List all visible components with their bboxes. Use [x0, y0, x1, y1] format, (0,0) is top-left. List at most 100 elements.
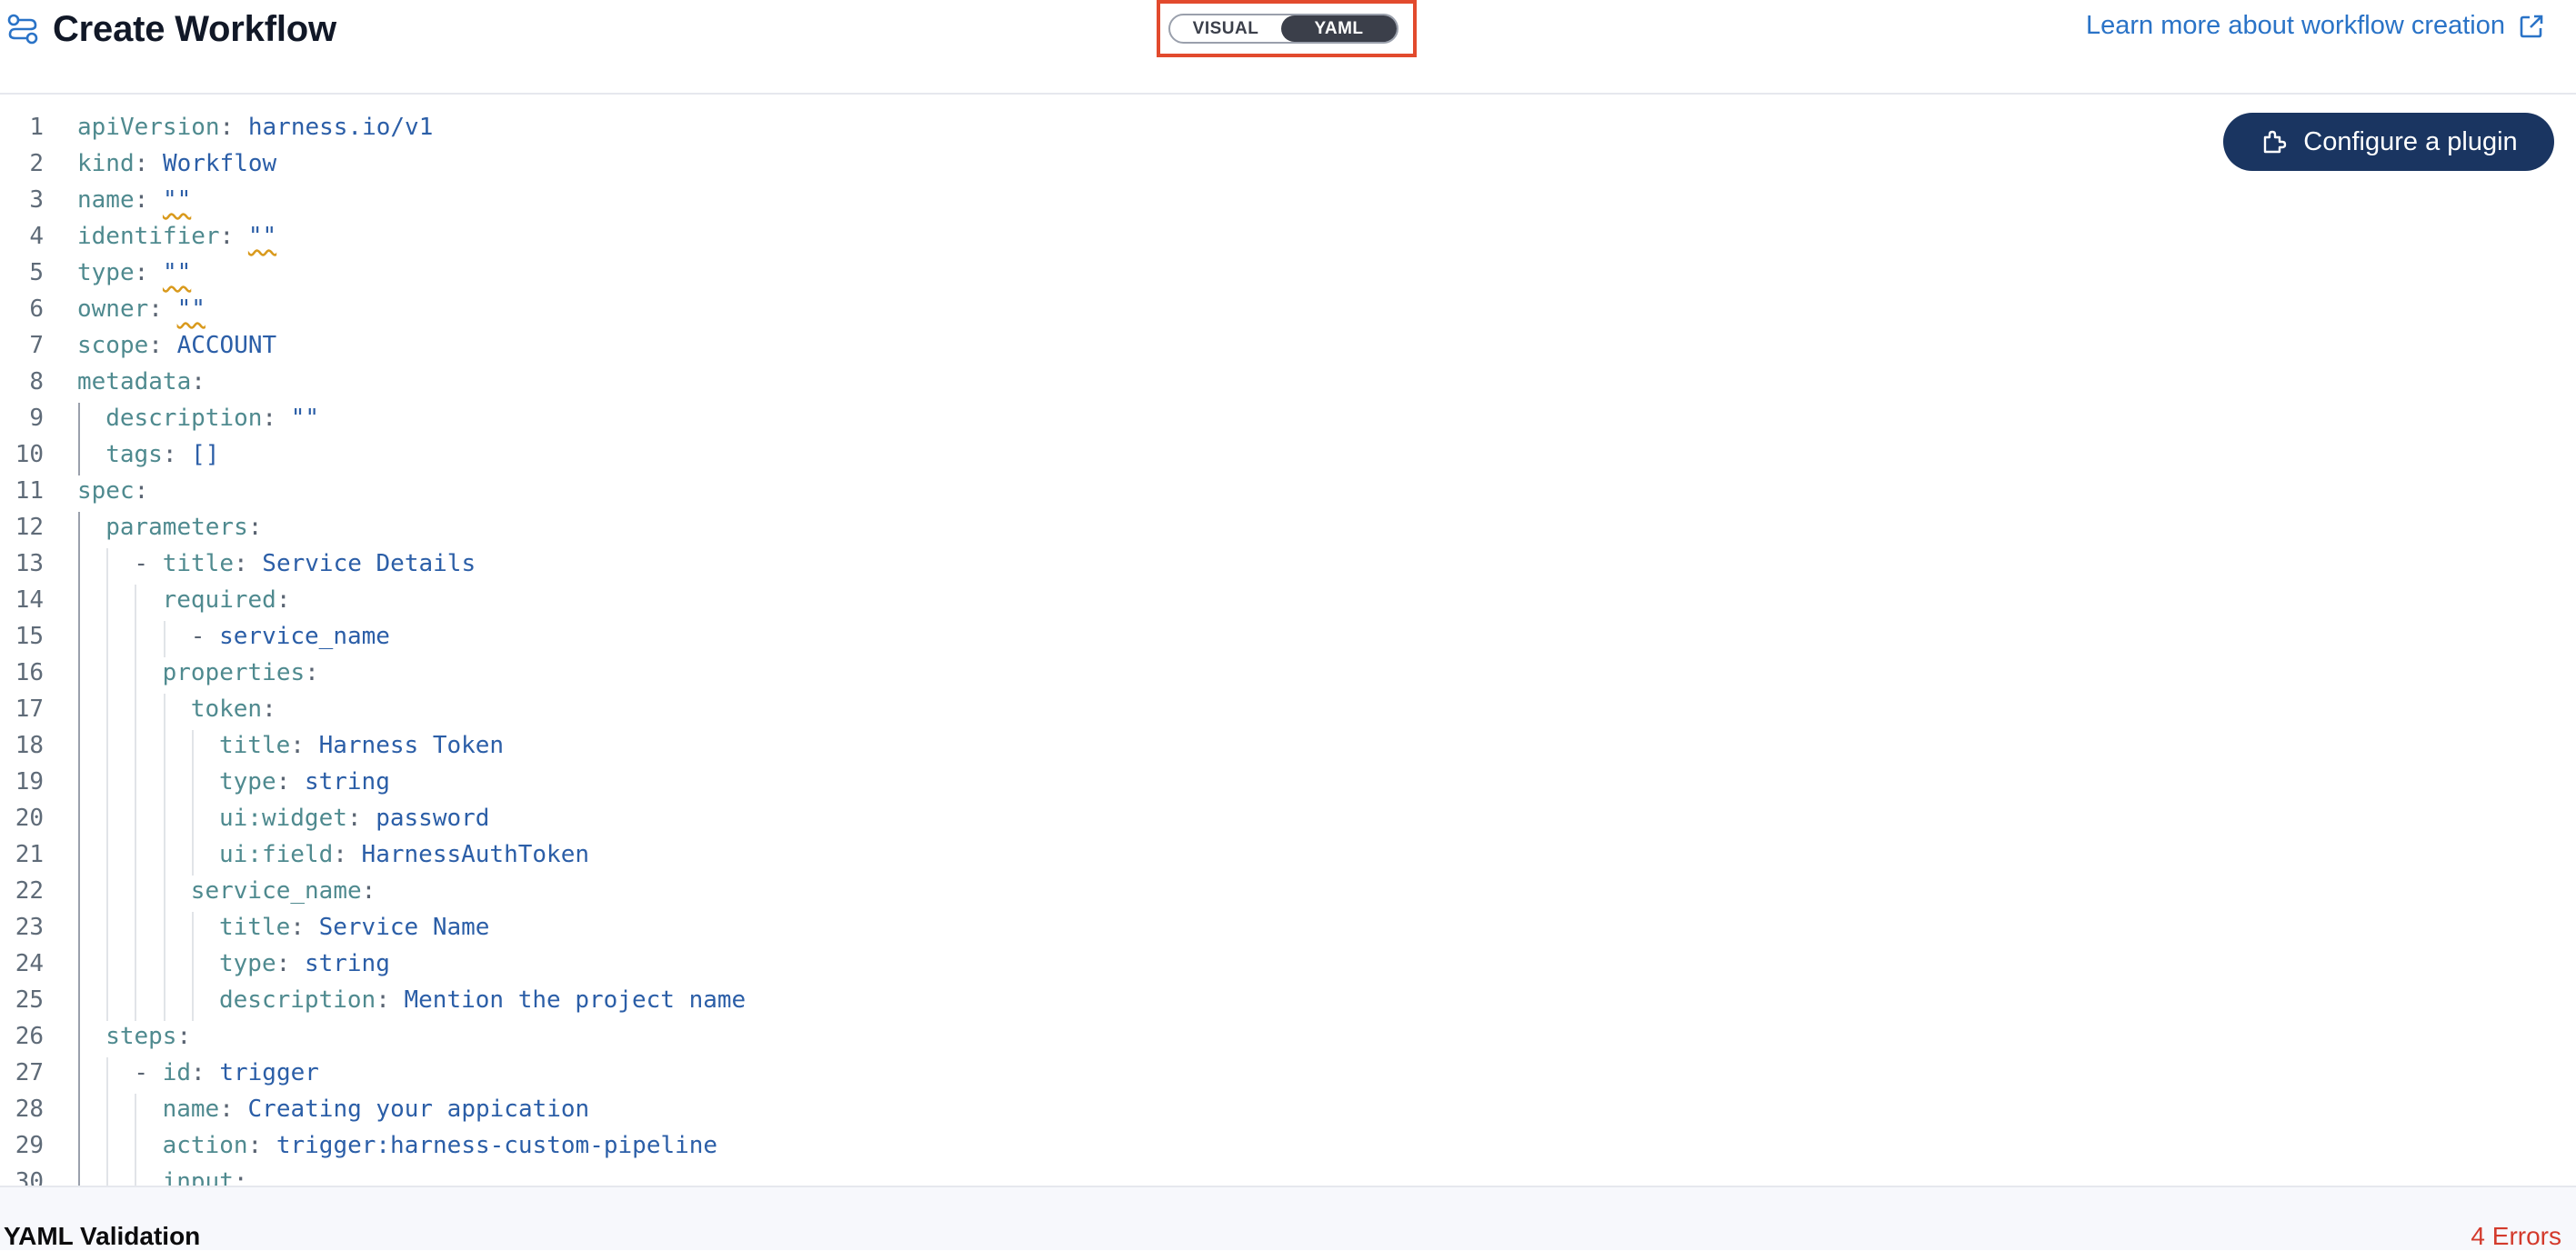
yaml-key: token — [190, 696, 263, 723]
line-number: 11 — [15, 477, 44, 505]
indent-guide — [191, 912, 194, 1021]
workflow-icon — [5, 12, 40, 46]
yaml-key: steps — [105, 1023, 177, 1050]
key-colon: : — [346, 805, 362, 832]
key-colon: : — [376, 986, 390, 1014]
toggle-yaml-option[interactable]: YAML — [1281, 15, 1397, 42]
key-colon: : — [148, 332, 163, 359]
code-line[interactable]: ui:field: HarnessAuthToken — [219, 841, 589, 868]
line-number: 25 — [15, 986, 44, 1014]
code-line[interactable]: - id: trigger — [134, 1059, 319, 1086]
key-colon: : — [247, 1132, 263, 1159]
yaml-value: harness.io/v1 — [247, 114, 434, 141]
code-line[interactable]: spec: — [77, 477, 148, 505]
key-colon: : — [361, 877, 376, 905]
toggle-visual-option[interactable]: VISUAL — [1170, 15, 1281, 42]
validation-error-count[interactable]: 4 Errors — [2471, 1222, 2561, 1251]
line-number: 12 — [15, 514, 44, 541]
code-line[interactable]: service_name: — [191, 877, 376, 905]
list-dash: - — [134, 550, 163, 577]
yaml-validation-panel: YAML Validation 4 Errors — [0, 1186, 2576, 1250]
code-line[interactable]: identifier: "" — [77, 223, 276, 250]
code-line[interactable]: - title: Service Details — [134, 550, 476, 577]
code-line[interactable]: title: Service Name — [219, 914, 489, 941]
key-colon: : — [233, 550, 248, 577]
key-colon: : — [262, 696, 276, 723]
yaml-key: metadata — [77, 368, 192, 395]
yaml-key: parameters — [105, 514, 248, 541]
yaml-key: name — [162, 1096, 220, 1123]
code-line[interactable]: metadata: — [77, 368, 205, 395]
yaml-key: tags — [105, 441, 163, 468]
key-colon: : — [290, 914, 305, 941]
indent-guide — [135, 585, 137, 1021]
yaml-value: HarnessAuthToken — [361, 841, 589, 868]
yaml-key: ui:widget — [219, 805, 347, 832]
code-line[interactable]: title: Harness Token — [219, 732, 504, 759]
code-line[interactable]: name: "" — [77, 186, 191, 214]
code-line[interactable]: ui:widget: password — [219, 805, 489, 832]
code-line[interactable]: name: Creating your appication — [163, 1096, 590, 1123]
external-link-icon — [2518, 13, 2545, 40]
code-line[interactable]: tags: [] — [105, 441, 219, 468]
code-line[interactable]: description: "" — [105, 405, 319, 432]
key-colon: : — [333, 841, 347, 868]
code-line[interactable]: required: — [163, 586, 291, 614]
yaml-key: required — [162, 586, 276, 614]
line-number: 17 — [15, 696, 44, 723]
yaml-key: title — [219, 732, 291, 759]
page-title: Create Workflow — [53, 8, 336, 49]
header-bar: Create Workflow VISUAL YAML Learn more a… — [0, 0, 2576, 95]
code-line[interactable]: properties: — [163, 659, 319, 686]
code-line[interactable]: type: "" — [77, 259, 191, 286]
line-number: 26 — [15, 1023, 44, 1050]
code-line[interactable]: owner: "" — [77, 295, 205, 323]
yaml-value: password — [376, 805, 490, 832]
code-line[interactable]: action: trigger:harness-custom-pipeline — [163, 1132, 718, 1159]
key-colon: : — [134, 186, 149, 214]
line-number: 3 — [29, 186, 44, 214]
key-colon: : — [148, 295, 163, 323]
yaml-value-error: "" — [162, 186, 192, 214]
code-line[interactable]: apiVersion: harness.io/v1 — [77, 114, 433, 141]
yaml-key: service_name — [190, 877, 362, 905]
yaml-key: identifier — [77, 223, 220, 250]
indent-guide — [78, 512, 80, 1203]
learn-more-link[interactable]: Learn more about workflow creation — [2086, 11, 2545, 41]
line-number: 24 — [15, 950, 44, 977]
indent-guide — [163, 694, 165, 1021]
yaml-key: type — [77, 259, 135, 286]
yaml-value: trigger:harness-custom-pipeline — [276, 1132, 718, 1159]
yaml-value: Workflow — [162, 150, 277, 177]
configure-plugin-button[interactable]: Configure a plugin — [2223, 113, 2554, 171]
yaml-key: name — [77, 186, 135, 214]
yaml-key: spec — [77, 477, 135, 505]
code-line[interactable]: kind: Workflow — [77, 150, 276, 177]
plugin-icon — [2260, 128, 2287, 155]
line-number: 22 — [15, 877, 44, 905]
yaml-editor[interactable]: 1 2 3 4 5 6 7 8 9 10 11 12 13 14 15 16 17 18 19 20 21 22 23 24 2… — [0, 95, 2576, 1203]
key-colon: : — [176, 1023, 192, 1050]
code-line[interactable]: parameters: — [105, 514, 262, 541]
key-colon: : — [134, 150, 149, 177]
code-line[interactable]: description: Mention the project name — [219, 986, 746, 1014]
code-line[interactable]: type: string — [219, 950, 390, 977]
key-colon: : — [191, 368, 205, 395]
yaml-value: trigger — [219, 1059, 319, 1086]
view-mode-toggle[interactable]: VISUAL YAML — [1168, 14, 1398, 44]
line-number: 18 — [15, 732, 44, 759]
line-number: 21 — [15, 841, 44, 868]
line-number: 5 — [29, 259, 44, 286]
code-line[interactable]: steps: — [105, 1023, 191, 1050]
line-number: 23 — [15, 914, 44, 941]
yaml-key: kind — [77, 150, 135, 177]
code-line[interactable]: scope: ACCOUNT — [77, 332, 276, 359]
yaml-value-error: "" — [247, 223, 277, 250]
line-number: 29 — [15, 1132, 44, 1159]
key-colon: : — [276, 950, 291, 977]
code-line[interactable]: token: — [191, 696, 276, 723]
indent-guide — [106, 1057, 109, 1203]
title-wrap: Create Workflow — [5, 7, 336, 51]
code-line[interactable]: - service_name — [191, 623, 390, 650]
code-line[interactable]: type: string — [219, 768, 390, 796]
